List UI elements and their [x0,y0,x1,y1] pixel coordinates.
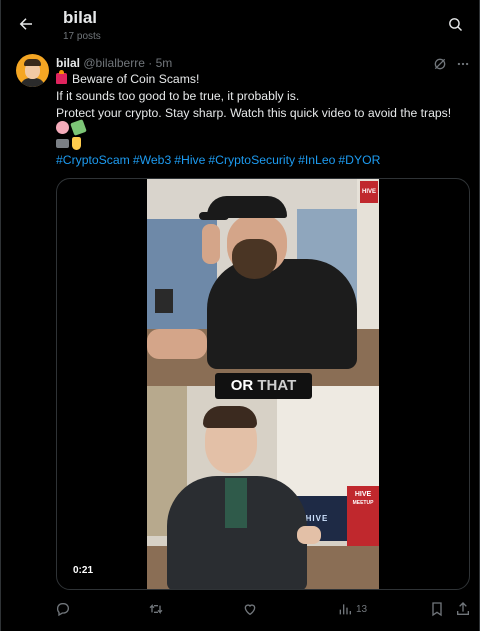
app-frame: bilal 17 posts bilal @bilalberre · 5m Be… [0,0,480,631]
avatar[interactable] [16,54,49,87]
meta-separator: · [148,56,153,70]
page-title: bilal [63,8,98,27]
money-with-wings-icon [70,119,87,136]
header: bilal 17 posts [1,0,480,48]
hashtag-link[interactable]: #InLeo [298,153,335,167]
caption-word-1: OR [230,377,254,394]
search-icon [448,17,462,31]
share-icon [457,602,469,615]
video-bottom-frame: HIVE HIVE MEETUP [147,386,379,589]
hashtag-link[interactable]: #CryptoSecurity [208,153,295,167]
like-button[interactable] [242,599,261,619]
repost-icon [149,604,163,614]
post-count: 17 posts [63,31,101,42]
caption-word-2: THAT [257,377,297,394]
video-duration: 0:21 [69,563,98,578]
author-name[interactable]: bilal [56,56,80,70]
search-button[interactable] [443,12,467,36]
post-time[interactable]: 5m [156,56,173,70]
brain-emoji-icon [56,121,69,134]
laptop-text: HIVE [305,514,329,523]
views-button[interactable]: 13 [337,599,367,619]
post-actions: 13 [1,596,480,622]
more-icon [457,62,469,66]
views-count: 13 [356,603,368,615]
video-top-frame: HIVE [147,179,379,387]
hive-banner: HIVE MEETUP [347,486,379,546]
reply-icon [56,603,69,617]
hashtag-link[interactable]: #DYOR [338,153,380,167]
post-meta: bilal @bilalberre · 5m [56,56,172,70]
more-button[interactable] [455,56,471,72]
views-chart-icon [339,604,351,615]
post-text-3: Protect your crypto. Stay sharp. Watch t… [56,106,452,120]
arrow-left-icon [19,18,32,30]
hashtag-link[interactable]: #Hive [174,153,205,167]
share-button[interactable] [455,599,471,619]
repost-button[interactable] [148,599,167,619]
hashtags: #CryptoScam #Web3 #Hive #CryptoSecurity #InL… [56,153,383,168]
hashtag-link[interactable]: #CryptoScam [56,153,130,167]
emoji-row-1 [56,119,88,136]
emoji-row-2 [56,137,84,152]
heart-icon [244,604,256,616]
reply-button[interactable] [55,599,74,619]
grok-button[interactable] [432,56,448,72]
banner-subtitle: MEETUP [352,500,374,506]
siren-icon [56,70,67,84]
hashtag-link[interactable]: #Web3 [133,153,171,167]
post-text-1: Beware of Coin Scams! [72,72,200,86]
hive-sign: HIVE [360,181,378,203]
thumbs-down-icon [72,137,81,150]
author-handle[interactable]: @bilalberre [83,56,145,70]
banner-title: HIVE [354,491,372,498]
hive-sign-text: HIVE [361,189,376,195]
grok-icon [434,58,446,70]
post-line-1: Beware of Coin Scams! [56,70,200,87]
video-player[interactable]: HIVE HIVE HIVE MEETUP OR THAT 0:21 [56,178,470,590]
bookmark-icon [432,602,442,617]
post-text-2: If it sounds too good to be true, it pro… [56,89,300,103]
bookmark-button[interactable] [429,599,445,619]
movie-camera-icon [56,139,69,148]
back-button[interactable] [13,11,39,37]
video-caption: OR THAT [215,373,312,399]
